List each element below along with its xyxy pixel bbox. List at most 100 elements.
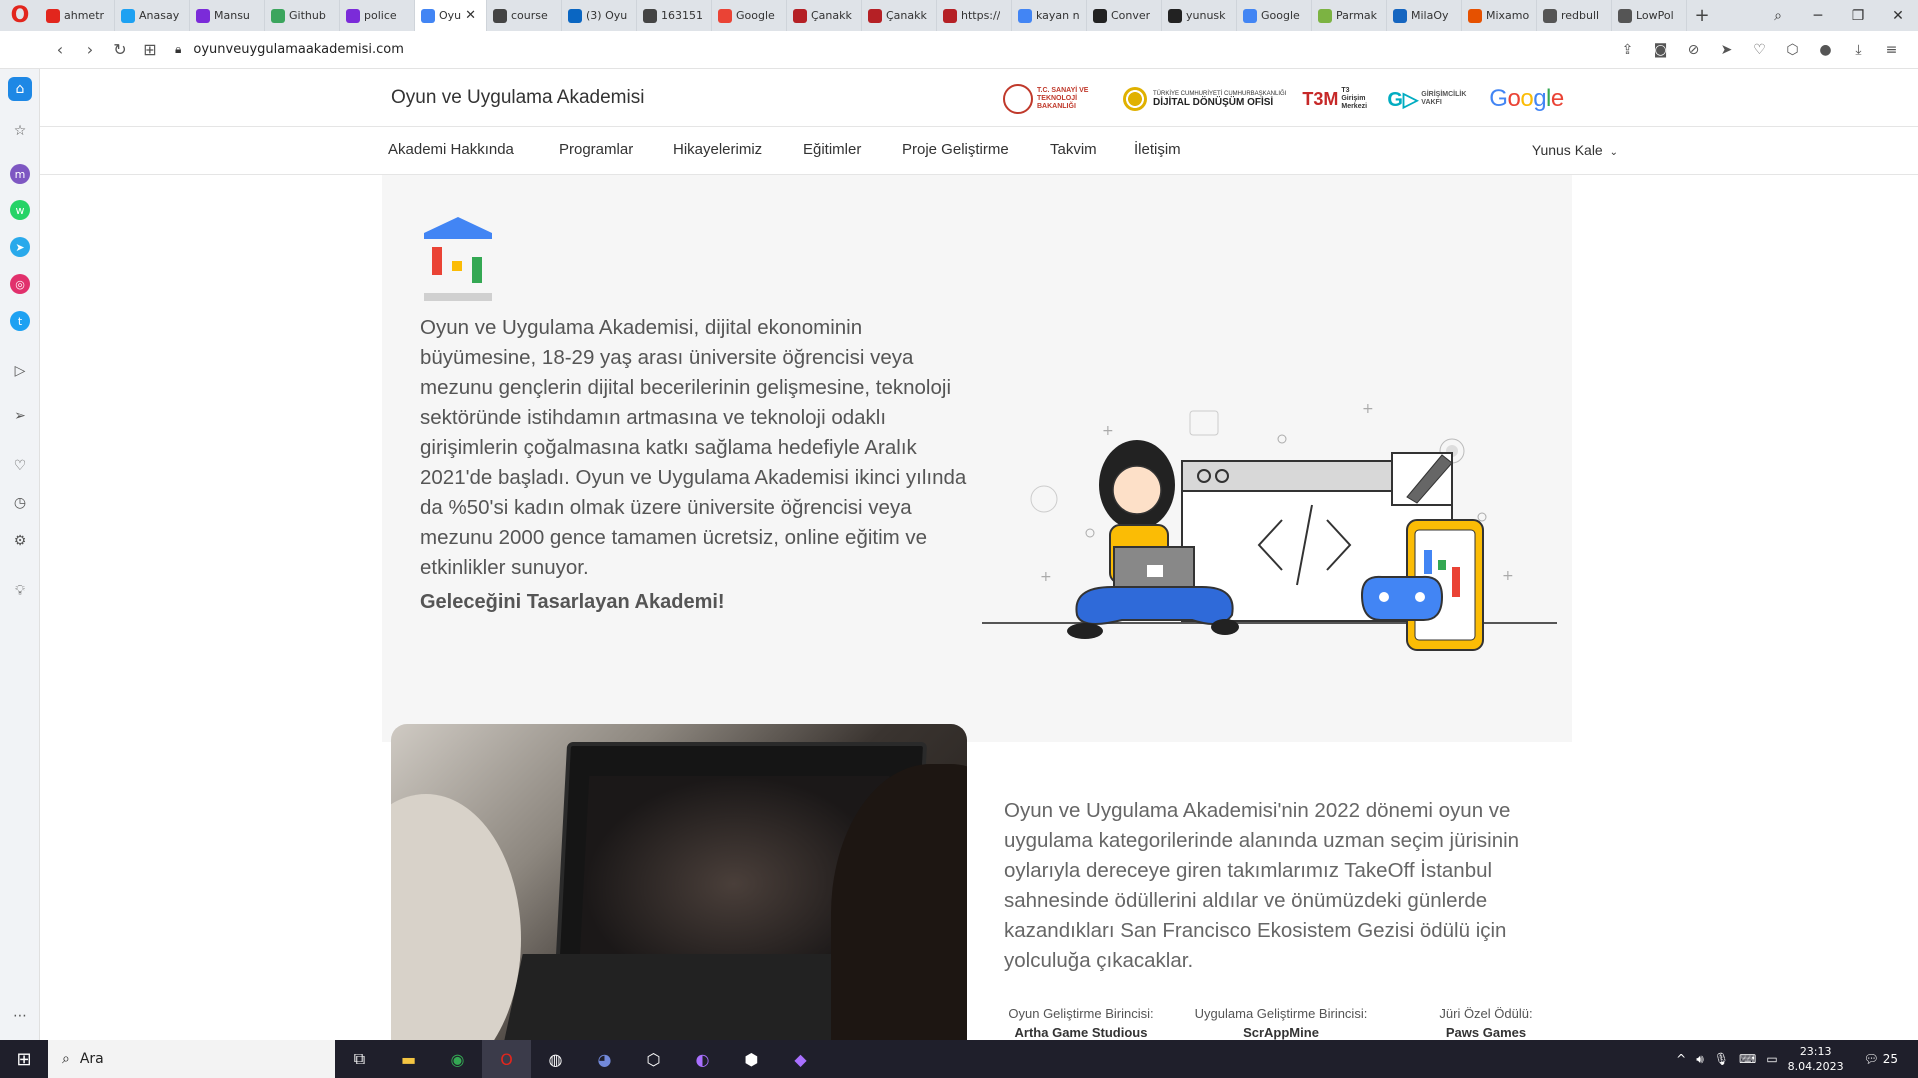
unity-hub-icon[interactable]: ⬢ (727, 1040, 776, 1078)
browser-tab[interactable]: redbull (1537, 0, 1612, 31)
profile-icon[interactable]: ● (1809, 42, 1842, 58)
back-button[interactable]: ‹ (45, 40, 75, 59)
forward-button[interactable]: › (75, 40, 105, 59)
browser-tab[interactable]: LowPol (1612, 0, 1687, 31)
restore-button[interactable]: ❐ (1838, 8, 1878, 24)
browser-tab[interactable]: https:// (937, 0, 1012, 31)
telegram-icon[interactable]: ➤ (10, 237, 30, 257)
home-icon[interactable]: ⌂ (8, 77, 32, 101)
t3-logo: T3M T3 Girişim Merkezi (1302, 87, 1368, 110)
windows-start-icon[interactable]: ⊞ (0, 1049, 48, 1070)
more-icon[interactable]: ⋯ (8, 1004, 32, 1028)
clock[interactable]: 23:13 8.04.2023 (1788, 1044, 1844, 1074)
browser-tab[interactable]: yunusk (1162, 0, 1237, 31)
nav-takvim[interactable]: Takvim (1050, 141, 1097, 158)
share-icon[interactable]: ⇪ (1611, 42, 1644, 58)
new-tab-button[interactable]: + (1687, 5, 1717, 26)
mic-icon[interactable]: 🎙︎ (1714, 1052, 1729, 1066)
browser-tab[interactable]: MilaOy (1387, 0, 1462, 31)
nav-egitimler[interactable]: Eğitimler (803, 141, 861, 158)
snapshot-icon[interactable]: ◙ (1644, 42, 1677, 58)
tab-title: Mansu (214, 9, 250, 22)
opera-logo-icon[interactable]: O (0, 0, 40, 31)
tab-title: Parmak (1336, 9, 1378, 22)
browser-tab[interactable]: Conver (1087, 0, 1162, 31)
tray-chevron-icon[interactable]: ^ (1676, 1052, 1686, 1066)
browser-tab[interactable]: police (340, 0, 415, 31)
nav-akademi-hakkinda[interactable]: Akademi Hakkında (388, 141, 514, 158)
sun-emblem-icon (1123, 87, 1147, 111)
tab-title: Google (736, 9, 775, 22)
user-menu[interactable]: Yunus Kale ⌄ (1532, 142, 1618, 158)
system-tray: ^ 🔊︎ 🎙︎ ⌨ ▭ 23:13 8.04.2023 💬︎ 25 (1676, 1040, 1918, 1078)
close-tab-icon[interactable]: ✕ (465, 8, 476, 23)
network-icon[interactable]: ⌨ (1739, 1052, 1756, 1066)
browser-tab[interactable]: Google (1237, 0, 1312, 31)
extensions-icon[interactable]: ⬡ (1776, 42, 1809, 58)
whatsapp-icon[interactable]: w (10, 200, 30, 220)
browser-tab[interactable]: course (487, 0, 562, 31)
browser-tab[interactable]: Çanakk (787, 0, 862, 31)
send-flow-icon[interactable]: ➢ (8, 404, 32, 428)
nav-programlar[interactable]: Programlar (559, 141, 633, 158)
url-field[interactable]: 🔒︎ oyunveuygulamaakademisi.com (175, 42, 404, 57)
adblock-icon[interactable]: ⊘ (1677, 42, 1710, 58)
tab-favicon-icon (1468, 8, 1482, 23)
settings-icon[interactable]: ⚙ (8, 529, 32, 553)
battery-icon[interactable]: ▭ (1766, 1052, 1777, 1066)
t3m-mark-icon: T3M (1302, 88, 1339, 109)
notifications-icon[interactable]: 💬︎ 25 (1864, 1052, 1908, 1066)
user-name: Yunus Kale (1531, 142, 1603, 158)
nav-hikayelerimiz[interactable]: Hikayelerimiz (673, 141, 762, 158)
taskbar-search[interactable]: ⌕ Ara (48, 1040, 335, 1078)
player-icon[interactable]: ▷ (8, 359, 32, 383)
chrome-icon[interactable]: ◉ (433, 1040, 482, 1078)
site-title[interactable]: Oyun ve Uygulama Akademisi (391, 87, 644, 109)
browser-tab[interactable]: Anasay (115, 0, 190, 31)
browser-tab[interactable]: 163151 (637, 0, 712, 31)
tab-title: ahmetr (64, 9, 105, 22)
browser-tab[interactable]: Parmak (1312, 0, 1387, 31)
nav-iletisim[interactable]: İletişim (1134, 141, 1181, 158)
tab-overview-icon[interactable]: ⊞ (135, 40, 165, 59)
tab-favicon-icon (1168, 8, 1182, 23)
nav-proje-gelistirme[interactable]: Proje Geliştirme (902, 141, 1009, 158)
tab-favicon-icon (643, 8, 657, 23)
tips-icon[interactable]: 💡︎ (8, 579, 32, 603)
task-view-icon[interactable]: ⧉ (335, 1040, 384, 1078)
twitter-icon[interactable]: t (10, 311, 30, 331)
unity-icon[interactable]: ⬡ (629, 1040, 678, 1078)
browser-tab[interactable]: (3) Oyu (562, 0, 637, 31)
messenger-icon[interactable]: m (10, 164, 30, 184)
browser-tab[interactable]: ahmetr (40, 0, 115, 31)
close-window-button[interactable]: ✕ (1878, 8, 1918, 24)
discord-icon[interactable]: ◕ (580, 1040, 629, 1078)
history-icon[interactable]: ◷ (8, 491, 32, 515)
browser-tab[interactable]: kayan n (1012, 0, 1087, 31)
menu-icon[interactable]: ≡ (1875, 42, 1908, 58)
browser-tab[interactable]: Çanakk (862, 0, 937, 31)
volume-icon[interactable]: 🔊︎ (1696, 1052, 1704, 1067)
favorites-icon[interactable]: ♡ (8, 454, 32, 478)
browser-tab[interactable]: Mixamo (1462, 0, 1537, 31)
google-logo: Google (1489, 85, 1564, 112)
opera-taskbar-icon[interactable]: O (482, 1040, 531, 1078)
browser-tab[interactable]: Oyu ✕ (415, 0, 487, 31)
instagram-icon[interactable]: ◎ (10, 274, 30, 294)
search-tabs-icon[interactable]: ⌕ (1758, 8, 1798, 24)
download-icon[interactable]: ⤓ (1842, 42, 1875, 58)
browser-tab[interactable]: Github (265, 0, 340, 31)
send-icon[interactable]: ➤ (1710, 42, 1743, 58)
tab-title: Çanakk (886, 9, 927, 22)
heart-icon[interactable]: ♡ (1743, 42, 1776, 58)
steam-icon[interactable]: ◍ (531, 1040, 580, 1078)
github-desktop-icon[interactable]: ◐ (678, 1040, 727, 1078)
bookmark-icon[interactable]: ☆ (8, 119, 32, 143)
browser-tab-bar: O ahmetr Anasay Mansu Github police Oyu ✕ cours… (0, 0, 1918, 31)
browser-tab[interactable]: Mansu (190, 0, 265, 31)
reload-button[interactable]: ↻ (105, 40, 135, 59)
file-explorer-icon[interactable]: ▬ (384, 1040, 433, 1078)
browser-tab[interactable]: Google (712, 0, 787, 31)
visual-studio-icon[interactable]: ◆ (776, 1040, 825, 1078)
minimize-button[interactable]: ─ (1798, 8, 1838, 24)
